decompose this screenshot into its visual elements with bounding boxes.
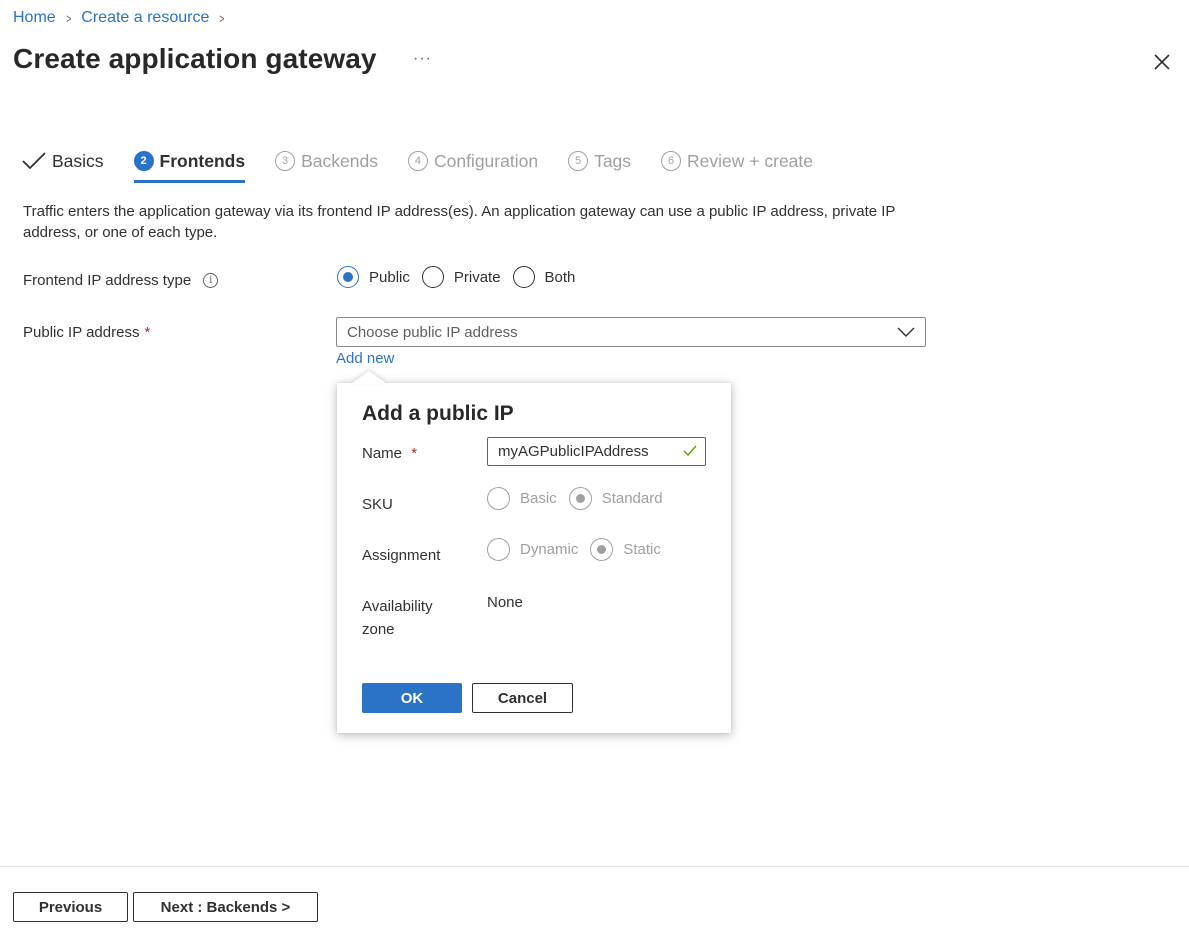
next-backends-button[interactable]: Next : Backends > [133,892,318,922]
sku-radio-group: Basic Standard [487,487,675,510]
radio-circle [568,487,592,510]
close-button[interactable] [1151,51,1173,73]
radio-label: Public [369,268,410,286]
radio-circle [337,266,359,288]
label-text: Name [362,445,403,462]
radio-circle [487,538,510,561]
radio-circle [487,487,510,510]
page-title: Create application gateway [13,43,377,74]
add-new-link[interactable]: Add new [336,350,394,367]
required-asterisk: * [144,324,151,341]
radio-assignment-dynamic[interactable]: Dynamic [487,538,578,561]
callout-title: Add a public IP [362,402,514,425]
sku-label: SKU [362,496,393,513]
radio-public[interactable]: Public [337,266,410,288]
ok-button[interactable]: OK [362,683,462,713]
tab-review-create[interactable]: 6 Review + create [661,147,813,175]
radio-assignment-static[interactable]: Static [590,538,661,561]
breadcrumb-separator: > [219,10,225,26]
radio-circle [421,266,444,288]
previous-button[interactable]: Previous [13,892,128,922]
label-text: Availability [362,598,433,615]
section-description: Traffic enters the application gateway v… [23,203,896,241]
assignment-radio-group: Dynamic Static [487,538,673,561]
step-number-badge: 2 [133,151,154,171]
radio-sku-basic[interactable]: Basic [487,487,557,510]
breadcrumb-create-resource[interactable]: Create a resource [81,9,209,27]
footer-divider [0,866,1189,867]
close-icon [1154,54,1170,70]
radio-private[interactable]: Private [421,266,501,288]
name-label: Name * [362,442,417,465]
more-options-button[interactable]: ··· [413,50,432,68]
checkmark-icon [22,152,46,170]
step-number-badge: 4 [407,151,428,171]
validation-check-icon [683,445,697,457]
step-number-badge: 5 [568,151,589,171]
radio-circle [512,266,535,288]
tab-basics[interactable]: Basics [22,147,104,175]
tab-label: Review + create [687,150,814,171]
chevron-down-icon [897,327,915,337]
availability-zone-value: None [487,594,523,611]
frontend-ip-type-label: Frontend IP address type i [23,272,219,289]
radio-label: Basic [520,490,557,507]
availability-zone-label: Availability zone [362,595,433,641]
tab-label: Tags [594,150,632,171]
radio-label: Both [544,268,576,286]
step-number-badge: 3 [275,151,296,171]
tab-label: Basics [52,150,104,171]
assignment-label: Assignment [362,547,441,564]
tab-tags[interactable]: 5 Tags [568,147,631,175]
radio-circle [590,538,614,561]
add-public-ip-callout: Add a public IP Name * myAGPublicIPAddre… [337,383,731,733]
radio-label: Static [623,541,661,558]
tab-backends[interactable]: 3 Backends [275,147,378,175]
name-input-value: myAGPublicIPAddress [498,443,649,460]
name-input[interactable]: myAGPublicIPAddress [487,437,706,466]
frontend-ip-type-radio-group: Public Private Both [337,266,587,288]
public-ip-address-dropdown[interactable]: Choose public IP address [336,317,926,347]
callout-beak [351,371,387,384]
label-text: zone [362,621,395,638]
breadcrumb: Home > Create a resource > [13,9,235,27]
tab-label: Configuration [433,150,539,171]
info-icon[interactable]: i [203,273,219,288]
cancel-button[interactable]: Cancel [472,683,573,713]
radio-label: Dynamic [520,541,579,558]
tab-configuration[interactable]: 4 Configuration [407,147,539,175]
label-text: Public IP address [23,324,140,341]
dropdown-placeholder: Choose public IP address [347,323,518,341]
tab-label: Frontends [159,150,246,171]
radio-both[interactable]: Both [512,266,576,288]
wizard-tabs: Basics 2 Frontends 3 Backends 4 Configur… [22,147,843,183]
radio-label: Standard [601,490,663,507]
public-ip-address-label: Public IP address * [23,324,150,341]
breadcrumb-separator: > [65,10,72,26]
required-asterisk: * [411,445,418,462]
tab-label: Backends [301,150,378,171]
tab-frontends[interactable]: 2 Frontends [133,147,246,183]
radio-sku-standard[interactable]: Standard [568,487,663,510]
radio-label: Private [453,268,501,286]
step-number-badge: 6 [661,151,682,171]
label-text: Frontend IP address type [23,272,192,289]
breadcrumb-home[interactable]: Home [13,9,56,27]
